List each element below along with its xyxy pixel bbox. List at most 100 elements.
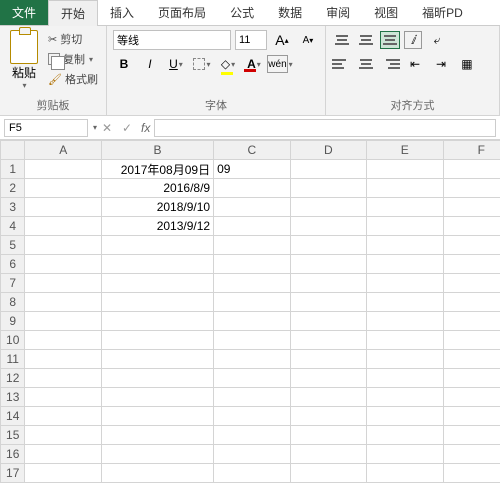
cell-B4[interactable]: 2013/9/12 [101,217,213,236]
cell-F6[interactable] [443,255,500,274]
cell-F10[interactable] [443,331,500,350]
cell-F12[interactable] [443,369,500,388]
cell-A8[interactable] [25,293,101,312]
cell-F14[interactable] [443,407,500,426]
row-header-16[interactable]: 16 [1,445,25,464]
cell-E7[interactable] [367,274,443,293]
cell-C3[interactable] [214,198,290,217]
cell-D17[interactable] [290,464,366,483]
paste-button[interactable]: 粘贴 ▾ [6,30,42,95]
tab-file[interactable]: 文件 [0,0,48,25]
cell-F11[interactable] [443,350,500,369]
cell-B7[interactable] [101,274,213,293]
cell-D15[interactable] [290,426,366,445]
cell-C5[interactable] [214,236,290,255]
cell-D13[interactable] [290,388,366,407]
wrap-text-button[interactable]: ⤶ [426,30,448,50]
tab-formula[interactable]: 公式 [218,0,266,25]
cell-C6[interactable] [214,255,290,274]
bold-button[interactable]: B [113,54,135,74]
cell-E15[interactable] [367,426,443,445]
cell-E12[interactable] [367,369,443,388]
cell-C2[interactable] [214,179,290,198]
cell-E5[interactable] [367,236,443,255]
cell-D11[interactable] [290,350,366,369]
row-header-15[interactable]: 15 [1,426,25,445]
cell-E17[interactable] [367,464,443,483]
cell-C10[interactable] [214,331,290,350]
cell-F13[interactable] [443,388,500,407]
cancel-formula-button[interactable]: ✕ [97,121,117,135]
cell-F3[interactable] [443,198,500,217]
font-family-select[interactable] [113,30,231,50]
row-header-7[interactable]: 7 [1,274,25,293]
cell-F9[interactable] [443,312,500,331]
cell-E10[interactable] [367,331,443,350]
row-header-1[interactable]: 1 [1,160,25,179]
cell-C1[interactable]: 09 [214,160,290,179]
cell-A4[interactable] [25,217,101,236]
cell-F4[interactable] [443,217,500,236]
cell-D2[interactable] [290,179,366,198]
cell-D9[interactable] [290,312,366,331]
cell-A10[interactable] [25,331,101,350]
tab-review[interactable]: 审阅 [314,0,362,25]
merge-button[interactable]: ▦ [456,54,478,74]
row-header-9[interactable]: 9 [1,312,25,331]
row-header-3[interactable]: 3 [1,198,25,217]
cell-C8[interactable] [214,293,290,312]
align-right-button[interactable] [380,55,400,73]
cell-E6[interactable] [367,255,443,274]
cell-E1[interactable] [367,160,443,179]
cell-F16[interactable] [443,445,500,464]
cell-A12[interactable] [25,369,101,388]
cell-F5[interactable] [443,236,500,255]
tab-insert[interactable]: 插入 [98,0,146,25]
cell-E3[interactable] [367,198,443,217]
cell-A16[interactable] [25,445,101,464]
cell-C7[interactable] [214,274,290,293]
italic-button[interactable]: I [139,54,161,74]
align-top-button[interactable] [332,31,352,49]
cell-D6[interactable] [290,255,366,274]
cell-E14[interactable] [367,407,443,426]
col-header-A[interactable]: A [25,141,101,160]
orientation-button[interactable]: ⅈ [404,31,422,49]
cell-B16[interactable] [101,445,213,464]
cell-B17[interactable] [101,464,213,483]
cell-C17[interactable] [214,464,290,483]
cell-C16[interactable] [214,445,290,464]
cut-button[interactable]: 剪切 [46,30,100,48]
row-header-13[interactable]: 13 [1,388,25,407]
cell-C4[interactable] [214,217,290,236]
cell-C14[interactable] [214,407,290,426]
font-size-select[interactable] [235,30,267,50]
name-box[interactable] [4,119,88,137]
cell-D1[interactable] [290,160,366,179]
cell-F15[interactable] [443,426,500,445]
cell-E13[interactable] [367,388,443,407]
tab-view[interactable]: 视图 [362,0,410,25]
cell-B3[interactable]: 2018/9/10 [101,198,213,217]
font-color-button[interactable]: A▾ [243,54,265,74]
cell-F7[interactable] [443,274,500,293]
row-header-5[interactable]: 5 [1,236,25,255]
cell-A3[interactable] [25,198,101,217]
cell-E9[interactable] [367,312,443,331]
align-middle-button[interactable] [356,31,376,49]
fill-color-button[interactable]: ◇▾ [217,54,239,74]
cell-B9[interactable] [101,312,213,331]
cell-B1[interactable]: 2017年08月09日 [101,160,213,179]
col-header-E[interactable]: E [367,141,443,160]
cell-E2[interactable] [367,179,443,198]
cell-B12[interactable] [101,369,213,388]
row-header-10[interactable]: 10 [1,331,25,350]
cell-A1[interactable] [25,160,101,179]
cell-C13[interactable] [214,388,290,407]
cell-A5[interactable] [25,236,101,255]
cell-B11[interactable] [101,350,213,369]
tab-home[interactable]: 开始 [48,0,98,26]
cell-B15[interactable] [101,426,213,445]
col-header-C[interactable]: C [214,141,290,160]
cell-F1[interactable] [443,160,500,179]
